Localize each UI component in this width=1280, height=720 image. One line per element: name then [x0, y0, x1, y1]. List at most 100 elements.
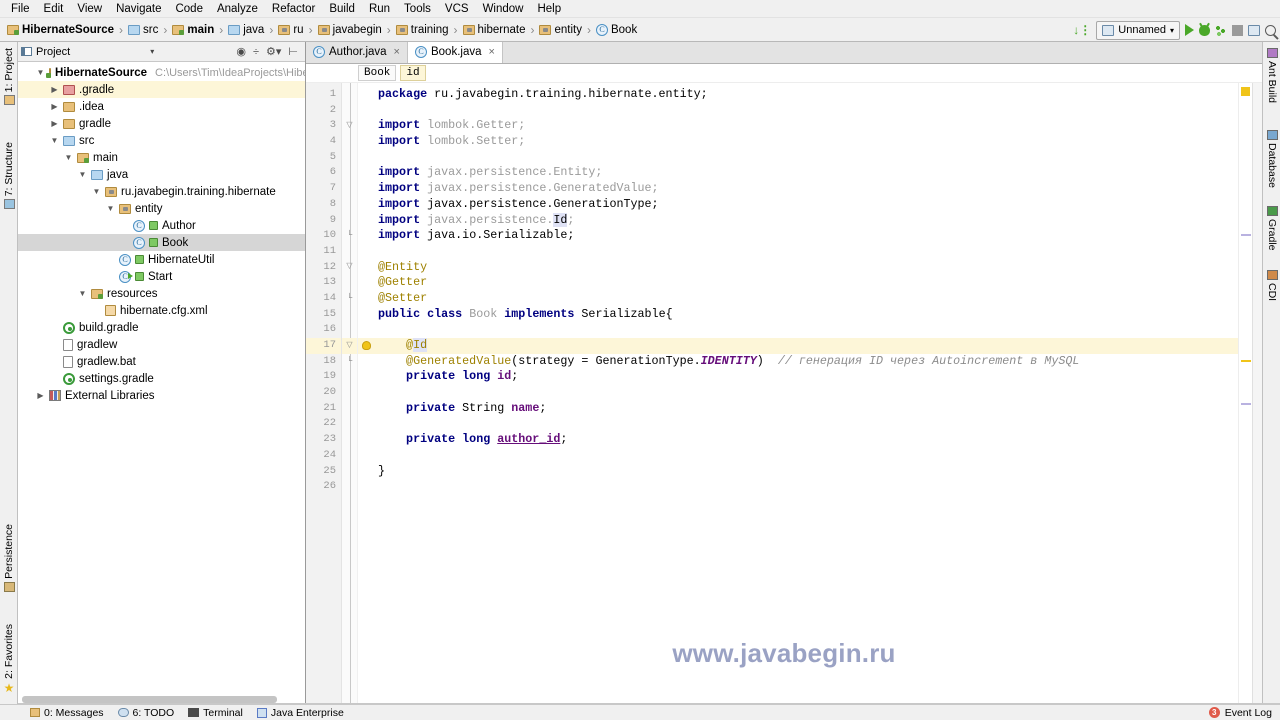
- breadcrumb-item-book[interactable]: C Book: [594, 20, 639, 40]
- tool-window-button-persistence[interactable]: Persistence: [0, 524, 18, 592]
- tree-node[interactable]: ▶ External Libraries: [18, 387, 305, 404]
- tree-node[interactable]: ▶ .idea: [18, 98, 305, 115]
- code-line[interactable]: import javax.persistence.GeneratedValue;: [374, 181, 1238, 197]
- menu-item-navigate[interactable]: Navigate: [109, 2, 168, 16]
- breadcrumb-item-src[interactable]: src: [126, 20, 160, 40]
- code-line[interactable]: @GeneratedValue(strategy = GenerationTyp…: [374, 354, 1238, 370]
- tree-node[interactable]: settings.gradle: [18, 370, 305, 387]
- editor-tab-author-java[interactable]: C Author.java ×: [306, 41, 408, 63]
- scroll-from-source-icon[interactable]: ◉: [236, 45, 246, 58]
- menu-item-analyze[interactable]: Analyze: [210, 2, 265, 16]
- code-folding-gutter[interactable]: ▽ └ ▽ └ ▽ └: [342, 83, 358, 704]
- fold-toggle-icon[interactable]: └: [346, 356, 354, 366]
- breadcrumb-item-java[interactable]: java: [226, 20, 266, 40]
- tree-node[interactable]: ▼ entity: [18, 200, 305, 217]
- usage-marker[interactable]: [1241, 403, 1251, 405]
- debug-button[interactable]: [1199, 24, 1210, 36]
- code-line[interactable]: import lombok.Getter;: [374, 118, 1238, 134]
- tree-node[interactable]: ▼ resources: [18, 285, 305, 302]
- tool-window-button-favorites[interactable]: 2: Favorites ★: [0, 624, 18, 694]
- event-log-button[interactable]: 3 Event Log: [1208, 707, 1280, 719]
- tool-window-button-database[interactable]: Database: [1263, 130, 1280, 188]
- chevron-right-icon[interactable]: ▶: [50, 102, 59, 111]
- code-line[interactable]: [374, 150, 1238, 166]
- run-with-coverage-button[interactable]: [1215, 24, 1227, 36]
- code-line[interactable]: [374, 103, 1238, 119]
- code-breadcrumb-book[interactable]: Book: [358, 65, 397, 81]
- tree-node[interactable]: C HibernateUtil: [18, 251, 305, 268]
- breadcrumb-item-hibernate[interactable]: hibernate: [461, 20, 528, 40]
- code-line[interactable]: [374, 448, 1238, 464]
- intention-bulb-gutter[interactable]: [358, 83, 374, 704]
- code-line[interactable]: package ru.javabegin.training.hibernate.…: [374, 87, 1238, 103]
- breadcrumb-item-main[interactable]: main: [170, 20, 216, 40]
- chevron-down-icon[interactable]: ▾: [150, 47, 156, 56]
- menu-item-build[interactable]: Build: [322, 2, 362, 16]
- breadcrumb-item-hibernatesource[interactable]: HibernateSource: [5, 20, 116, 40]
- menu-item-refactor[interactable]: Refactor: [265, 2, 322, 16]
- tool-window-button-cdi[interactable]: CDI: [1263, 270, 1280, 301]
- fold-toggle-icon[interactable]: └: [346, 231, 354, 240]
- tool-window-button-antbuild[interactable]: Ant Build: [1263, 48, 1280, 103]
- tree-node[interactable]: C Start: [18, 268, 305, 285]
- project-structure-button[interactable]: [1248, 24, 1260, 36]
- status-bar-item-messages[interactable]: 0: Messages: [30, 707, 104, 719]
- gear-icon[interactable]: ⚙▾: [266, 45, 281, 58]
- menu-item-code[interactable]: Code: [168, 2, 210, 16]
- warning-marker[interactable]: [1241, 360, 1251, 362]
- fold-toggle-icon[interactable]: ▽: [346, 121, 354, 130]
- fold-toggle-icon[interactable]: └: [346, 293, 354, 303]
- chevron-right-icon[interactable]: ▶: [36, 391, 45, 400]
- fold-toggle-icon[interactable]: ▽: [346, 340, 354, 350]
- breadcrumb-item-training[interactable]: training: [394, 20, 451, 40]
- intention-bulb-icon[interactable]: [361, 341, 371, 351]
- project-horizontal-scrollbar[interactable]: [22, 696, 277, 703]
- close-icon[interactable]: ×: [394, 46, 400, 58]
- breadcrumb-item-entity[interactable]: entity: [537, 20, 584, 40]
- hide-panel-icon[interactable]: ⊢: [288, 45, 298, 58]
- code-line[interactable]: @Id: [374, 338, 1238, 354]
- menu-item-view[interactable]: View: [70, 2, 109, 16]
- editor-scrollbar[interactable]: [1252, 83, 1262, 704]
- tree-node[interactable]: ▶ gradle: [18, 115, 305, 132]
- code-line[interactable]: @Entity: [374, 260, 1238, 276]
- tree-node[interactable]: hibernate.cfg.xml: [18, 302, 305, 319]
- fold-toggle-icon[interactable]: ▽: [346, 262, 354, 271]
- chevron-down-icon[interactable]: ▼: [92, 187, 101, 196]
- run-configuration-selector[interactable]: Unnamed ▾: [1096, 20, 1180, 40]
- breadcrumb-item-ru[interactable]: ru: [276, 20, 305, 40]
- code-line[interactable]: [374, 322, 1238, 338]
- menu-item-tools[interactable]: Tools: [397, 2, 438, 16]
- search-icon[interactable]: [1265, 24, 1276, 36]
- tree-node[interactable]: ▼ main: [18, 149, 305, 166]
- code-line[interactable]: [374, 244, 1238, 260]
- status-bar-item-terminal[interactable]: Terminal: [188, 707, 243, 719]
- chevron-down-icon[interactable]: ▼: [64, 153, 73, 162]
- chevron-down-icon[interactable]: ▼: [78, 289, 87, 298]
- code-line[interactable]: import lombok.Setter;: [374, 134, 1238, 150]
- collapse-all-icon[interactable]: ÷: [253, 46, 259, 58]
- breadcrumb-item-javabegin[interactable]: javabegin: [316, 20, 384, 40]
- close-icon[interactable]: ×: [489, 46, 495, 58]
- tool-window-button-structure[interactable]: 7: Structure: [0, 142, 18, 210]
- editor-tab-book-java[interactable]: C Book.java ×: [407, 41, 503, 63]
- tree-node[interactable]: ▶ .gradle: [18, 81, 305, 98]
- stop-button[interactable]: [1232, 24, 1243, 36]
- code-line[interactable]: @Getter: [374, 275, 1238, 291]
- tree-node[interactable]: ▼ src: [18, 132, 305, 149]
- menu-item-vcs[interactable]: VCS: [438, 2, 476, 16]
- source-code[interactable]: package ru.javabegin.training.hibernate.…: [374, 83, 1238, 704]
- usage-marker[interactable]: [1241, 234, 1251, 236]
- menu-item-file[interactable]: File: [4, 2, 37, 16]
- tool-window-button-project[interactable]: 1: Project: [0, 48, 18, 106]
- menu-item-window[interactable]: Window: [476, 2, 531, 16]
- code-breadcrumb-id[interactable]: id: [400, 65, 426, 81]
- status-bar-item-javaenterprise[interactable]: Java Enterprise: [256, 707, 344, 719]
- code-line[interactable]: [374, 416, 1238, 432]
- chevron-right-icon[interactable]: ▶: [50, 119, 59, 128]
- chevron-down-icon[interactable]: ▼: [106, 204, 115, 213]
- code-line[interactable]: [374, 479, 1238, 495]
- code-line[interactable]: }: [374, 464, 1238, 480]
- tree-node[interactable]: ▼ java: [18, 166, 305, 183]
- tree-node[interactable]: gradlew.bat: [18, 353, 305, 370]
